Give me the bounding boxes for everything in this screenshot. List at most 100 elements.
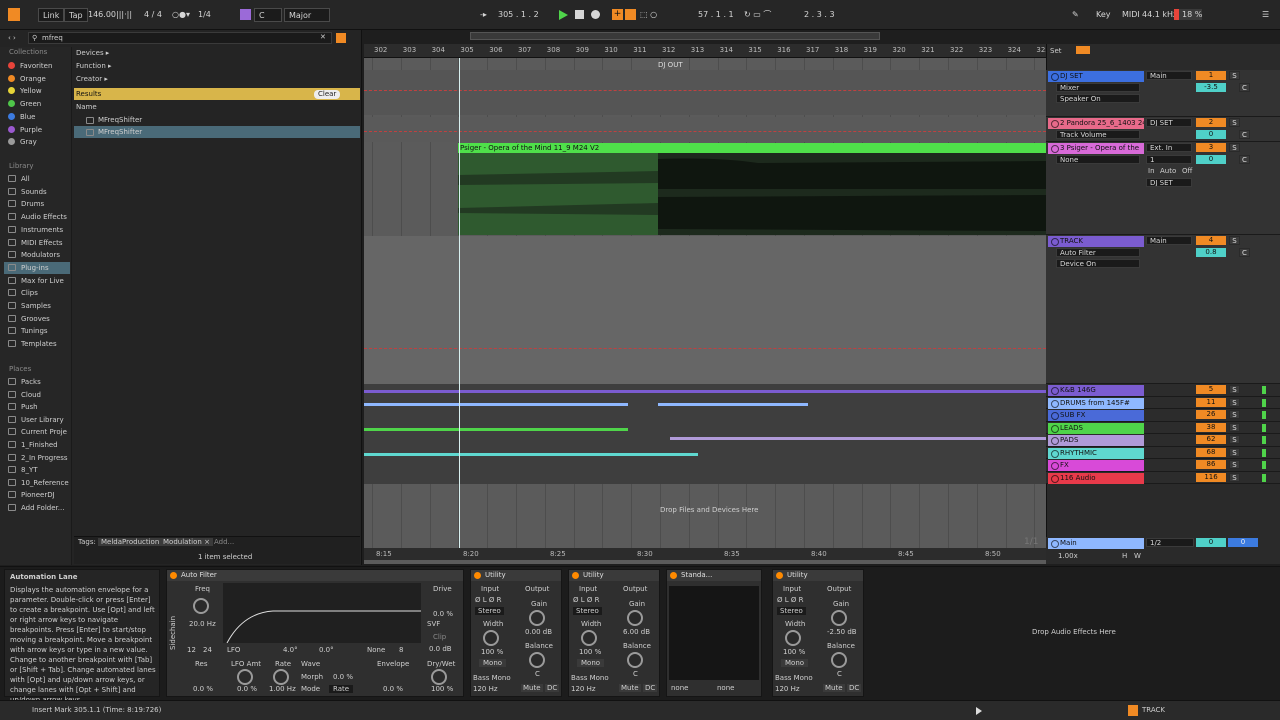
collection-favoriten[interactable]: Favoriten [8, 60, 52, 72]
tag-modulation[interactable]: Modulation × [160, 538, 213, 546]
tap-button[interactable]: Tap [64, 8, 88, 22]
place-item[interactable]: 8_YT [8, 464, 38, 476]
volume-field[interactable]: 0 [1196, 130, 1226, 139]
follow-icon[interactable]: -▸ [480, 8, 487, 22]
utility-device[interactable]: Utility Input Output Ø L Ø R Stereo Gain… [568, 569, 660, 697]
group-lanes[interactable] [364, 384, 1046, 484]
collection-blue[interactable]: Blue [8, 111, 36, 123]
lfo-tab[interactable]: LFO [227, 646, 240, 654]
channel-mode[interactable]: Stereo [573, 607, 602, 615]
device-title[interactable]: Auto Filter [167, 570, 463, 581]
monitor-in[interactable]: In [1148, 167, 1155, 175]
filter-devices[interactable]: Devices ▸ [76, 49, 109, 57]
menu-icon[interactable]: ☰ [1262, 8, 1269, 22]
place-item[interactable]: Push [8, 401, 38, 413]
filter-type[interactable]: SVF [427, 620, 440, 628]
filter-function[interactable]: Function ▸ [76, 62, 112, 70]
solo-button[interactable]: S [1229, 236, 1240, 245]
width-knob[interactable] [581, 630, 597, 646]
collection-green[interactable]: Green [8, 98, 41, 110]
loop-length[interactable]: 2 . 3 . 3 [804, 8, 835, 22]
phase-invert[interactable]: Ø L Ø R [573, 596, 599, 604]
volume-field[interactable]: 0.8 [1196, 248, 1226, 257]
library-item[interactable]: All [8, 173, 30, 185]
filter-creator[interactable]: Creator ▸ [76, 75, 108, 83]
track-number[interactable]: 116 [1196, 473, 1226, 482]
time-signature[interactable]: 4 / 4 [144, 8, 162, 22]
tempo-field[interactable]: 146.00 [88, 8, 116, 22]
drywet-knob[interactable] [431, 669, 447, 685]
place-item[interactable]: Current Proje [8, 426, 67, 438]
gain-value[interactable]: 0.00 dB [525, 628, 552, 636]
track-number[interactable]: 68 [1196, 448, 1226, 457]
scale-select[interactable]: Major [284, 8, 330, 22]
track-number[interactable]: 62 [1196, 435, 1226, 444]
solo-button[interactable]: S [1229, 385, 1240, 394]
track-name[interactable]: DRUMS from 145F# [1048, 398, 1144, 409]
track-name[interactable]: 116 Audio [1048, 473, 1144, 484]
crossfade-button[interactable]: C [1239, 83, 1250, 92]
record-icon[interactable] [591, 10, 600, 19]
solo-button[interactable]: S [1229, 71, 1240, 80]
gain-value[interactable]: -2.50 dB [827, 628, 857, 636]
balance-value[interactable]: C [535, 670, 540, 678]
clip-header[interactable]: Psiger - Opera of the Mind 11_9 M24 V2 [458, 143, 1046, 153]
clip-bar[interactable] [364, 390, 1046, 393]
clip-bar[interactable] [364, 428, 628, 431]
library-item[interactable]: Templates [8, 338, 57, 350]
solo-button[interactable]: S [1229, 143, 1240, 152]
quantize-select[interactable]: 1/4 [198, 8, 211, 22]
tag-meldaproduction[interactable]: MeldaProduction [98, 538, 163, 546]
solo-button[interactable]: S [1229, 423, 1240, 432]
master-track-name[interactable]: Main [1048, 538, 1144, 549]
input-channel[interactable]: 1 [1146, 155, 1192, 164]
master-quant[interactable]: 1/2 [1146, 538, 1194, 547]
track-name[interactable]: K&B 146G [1048, 385, 1144, 396]
lfo-source[interactable]: None [367, 646, 385, 654]
place-item[interactable]: Packs [8, 376, 41, 388]
output-select[interactable]: Ext. In [1146, 143, 1192, 152]
track-number[interactable]: 26 [1196, 410, 1226, 419]
automation-param[interactable]: Device On [1056, 259, 1140, 268]
drywet-value[interactable]: 100 % [431, 685, 453, 693]
mute-button[interactable]: Mute [521, 684, 543, 692]
utility-device[interactable]: Utility Input Output Ø L Ø R Stereo Gain… [772, 569, 864, 697]
master-volume[interactable]: 0 [1196, 538, 1226, 547]
rate-value[interactable]: 1.00 Hz [269, 685, 296, 693]
library-item[interactable]: Grooves [8, 313, 50, 325]
key-select[interactable]: C [254, 8, 282, 22]
midi-map-button[interactable]: MIDI [1122, 8, 1140, 22]
bass-freq[interactable]: 120 Hz [571, 685, 596, 693]
track-name[interactable]: 2 Pandora 25_6_1403 24 [1048, 118, 1144, 129]
auto-filter-device[interactable]: Auto Filter Sidechain Freq 20.0 Hz 12 24… [166, 569, 464, 697]
track-number[interactable]: 11 [1196, 398, 1226, 407]
phase-invert[interactable]: Ø L Ø R [777, 596, 803, 604]
mono-button[interactable]: Mono [577, 659, 605, 667]
standalone-device[interactable]: Standa... none none [666, 569, 762, 697]
live-logo-icon[interactable] [8, 8, 20, 21]
output-gain[interactable]: 0.0 dB [429, 645, 452, 653]
mono-button[interactable]: Mono [781, 659, 809, 667]
automation-select[interactable]: Track Volume [1056, 130, 1140, 139]
bass-mono-button[interactable]: Bass Mono [571, 674, 609, 682]
track-number[interactable]: 4 [1196, 236, 1226, 245]
output-select[interactable]: Main [1146, 236, 1192, 245]
djset-lane[interactable] [364, 70, 1046, 115]
solo-button[interactable]: S [1229, 473, 1240, 482]
place-item[interactable]: PioneerDJ [8, 489, 55, 501]
track-name[interactable]: PADS [1048, 435, 1144, 446]
solo-button[interactable]: S [1229, 460, 1240, 469]
freq-value[interactable]: 20.0 Hz [189, 620, 216, 628]
lfo-amt-knob[interactable] [237, 669, 253, 685]
mute-button[interactable]: Mute [619, 684, 641, 692]
standalone-in[interactable]: none [671, 684, 688, 692]
place-item[interactable]: 1_Finished [8, 439, 58, 451]
place-item[interactable]: 2_In Progress [8, 452, 68, 464]
draw-mode-icon[interactable]: ✎ [1072, 8, 1079, 22]
library-item[interactable]: Clips [8, 287, 38, 299]
library-item[interactable]: Sounds [8, 186, 47, 198]
device-title[interactable]: Utility [569, 570, 659, 581]
metronome-icon[interactable]: ○●▾ [172, 8, 190, 22]
channel-mode[interactable]: Stereo [777, 607, 806, 615]
collection-purple[interactable]: Purple [8, 124, 42, 136]
